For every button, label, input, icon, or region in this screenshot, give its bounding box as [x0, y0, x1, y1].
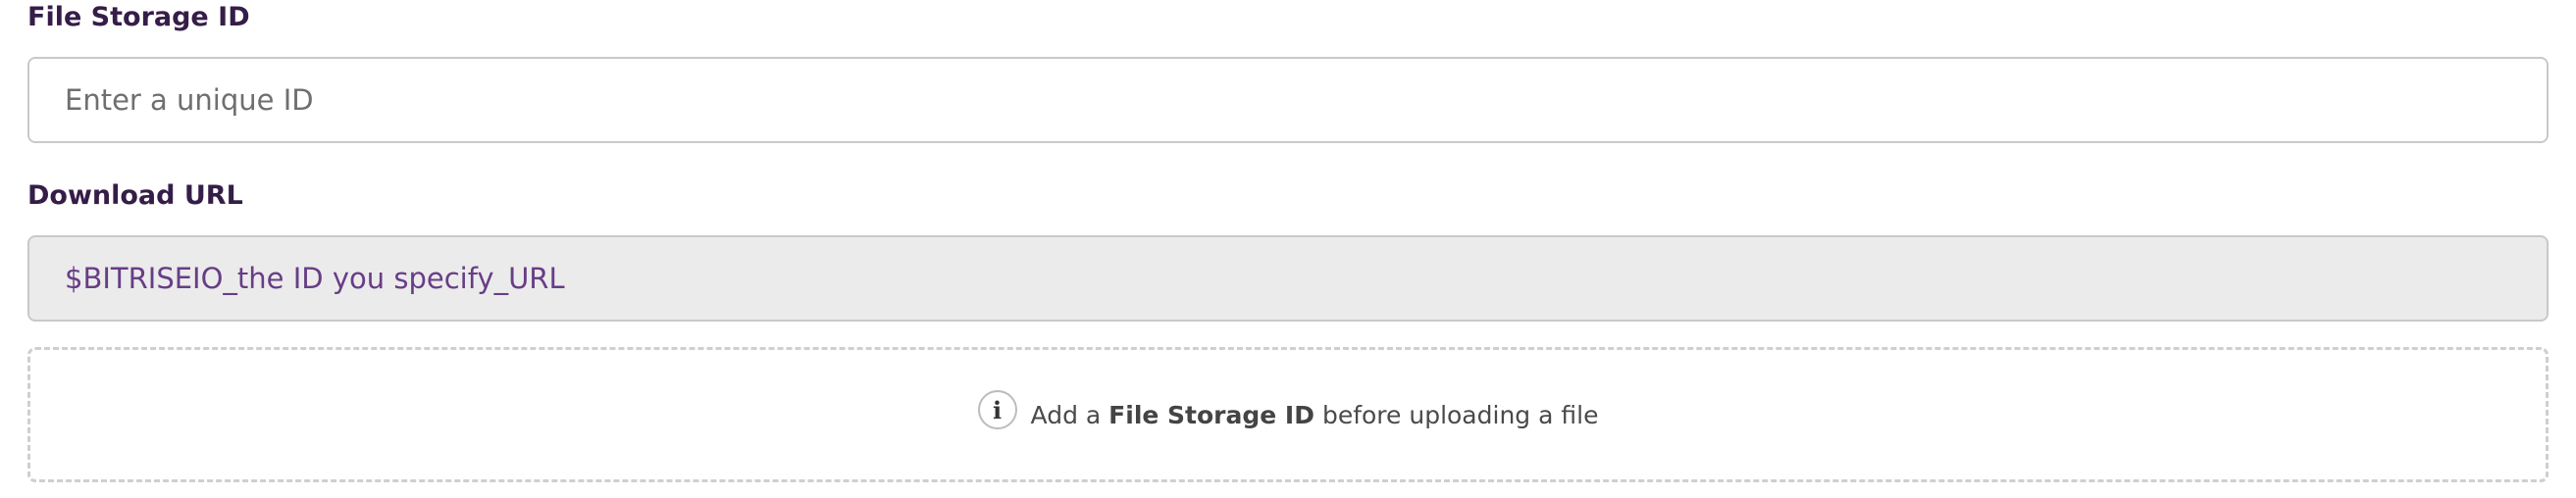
download-url-label: Download URL	[27, 180, 243, 211]
download-url-field: $BITRISEIO_the ID you specify_URL	[27, 235, 2549, 322]
upload-hint-bold: File Storage ID	[1108, 400, 1314, 429]
upload-hint-prefix: Add a	[1030, 400, 1102, 429]
file-upload-dropzone[interactable]: i Add a File Storage ID before uploading…	[27, 347, 2549, 482]
info-icon: i	[977, 390, 1017, 429]
upload-hint-suffix: before uploading a file	[1321, 400, 1599, 429]
file-storage-form: File Storage ID Download URL $BITRISEIO_…	[0, 0, 2576, 498]
download-url-value: $BITRISEIO_the ID you specify_URL	[65, 262, 565, 295]
file-storage-id-label: File Storage ID	[27, 2, 250, 32]
file-storage-id-field-wrapper	[27, 57, 2549, 143]
upload-hint-message: Add a File Storage ID before uploading a…	[1031, 401, 1599, 429]
file-storage-id-input[interactable]	[65, 59, 2547, 141]
